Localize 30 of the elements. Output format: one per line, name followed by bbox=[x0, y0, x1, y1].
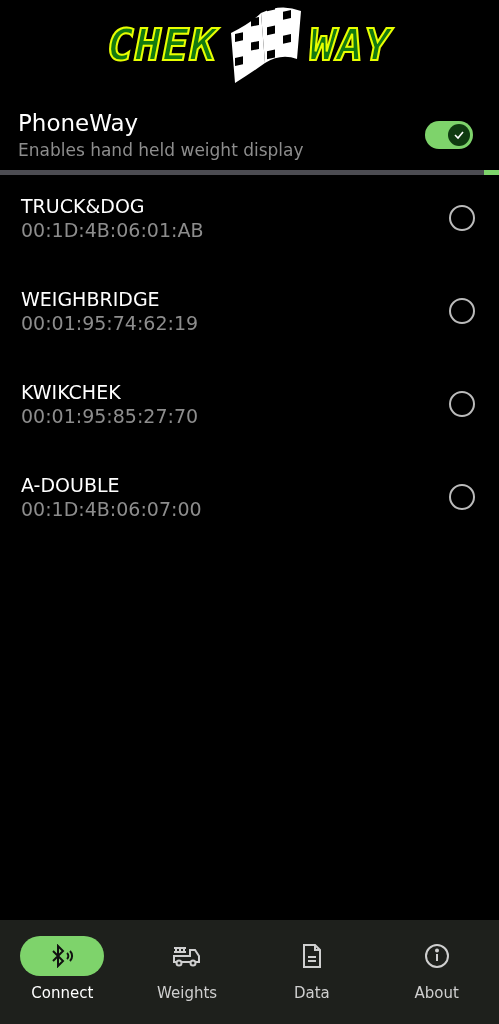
device-name: WEIGHBRIDGE bbox=[21, 287, 161, 310]
logo-text: CHEK bbox=[107, 18, 218, 70]
radio-button[interactable] bbox=[449, 204, 475, 231]
nav-tab[interactable]: Connect bbox=[0, 920, 125, 1024]
device-name: A-DOUBLE bbox=[21, 473, 121, 496]
device-name: KWIKCHEK bbox=[21, 380, 122, 403]
device-item[interactable]: WEIGHBRIDGE 00:01:95:74:62:19 bbox=[0, 276, 499, 369]
radio-button[interactable] bbox=[449, 297, 475, 324]
nav-tab[interactable]: About bbox=[374, 920, 499, 1024]
check-icon bbox=[453, 129, 465, 141]
setting-subtitle: Enables hand held weight display bbox=[18, 140, 305, 160]
toggle-switch[interactable] bbox=[425, 121, 473, 149]
nav-tab[interactable]: Data bbox=[249, 920, 375, 1024]
device-item[interactable]: TRUCK&DOG 00:1D:4B:06:01:AB bbox=[0, 183, 499, 276]
radio-button[interactable] bbox=[449, 390, 475, 417]
device-address: 00:01:95:74:62:19 bbox=[21, 311, 200, 334]
logo-text: WAY bbox=[309, 18, 392, 70]
device-address: 00:1D:4B:06:01:AB bbox=[21, 218, 205, 241]
device-address: 00:1D:4B:06:07:00 bbox=[21, 497, 203, 520]
info-icon bbox=[423, 943, 450, 969]
radio-button[interactable] bbox=[449, 483, 475, 510]
device-item[interactable]: A-DOUBLE 00:1D:4B:06:07:00 bbox=[0, 462, 499, 555]
device-address: 00:01:95:85:27:70 bbox=[21, 404, 200, 427]
device-item[interactable]: KWIKCHEK 00:01:95:85:27:70 bbox=[0, 369, 499, 462]
setting-title: PhoneWay bbox=[18, 110, 140, 136]
device-name: TRUCK&DOG bbox=[21, 194, 146, 217]
nav-tab[interactable]: Weights bbox=[124, 920, 250, 1024]
truck-icon bbox=[172, 944, 203, 968]
bluetooth-icon bbox=[49, 944, 76, 968]
document-icon bbox=[300, 943, 323, 969]
